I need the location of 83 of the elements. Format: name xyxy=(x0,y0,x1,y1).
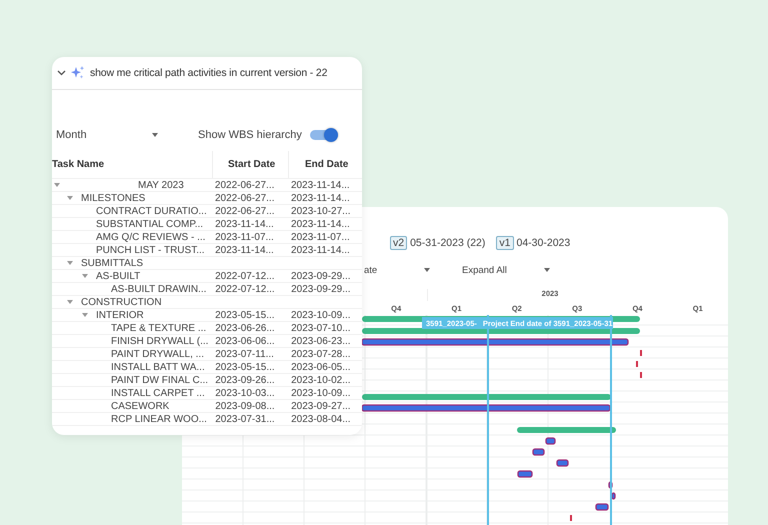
task-name: PAINT DW FINAL C... xyxy=(111,374,208,386)
table-cell-text: 2022-07-12... xyxy=(214,284,276,294)
table-cell-text: 2023-09-27... xyxy=(290,400,352,412)
task-name: INSTALL BATT WA... xyxy=(111,362,205,372)
table-cell-text: 2023-11-14... xyxy=(290,218,351,230)
gantt-bar xyxy=(556,459,569,467)
collapse-caret-icon[interactable] xyxy=(67,300,73,304)
gantt-bar xyxy=(595,503,609,511)
table-cell-text: 2023-06-06... xyxy=(214,336,276,346)
table-cell-text: 2023-06-05... xyxy=(290,362,352,372)
dropdown[interactable]: Expand All xyxy=(462,262,550,278)
table-cell-text: 2022-07-12... xyxy=(214,270,276,282)
table-cell-text: 2023-07-31... xyxy=(214,414,276,424)
task-name: CASEWORK xyxy=(111,400,170,412)
task-name: RCP LINEAR WOO... xyxy=(111,414,207,424)
task-name: TAPE & TEXTURE ... xyxy=(111,322,206,334)
collapse-caret-icon[interactable] xyxy=(82,274,88,278)
version-date: 05-31-2023 (22) xyxy=(410,237,486,249)
table-cell-text: 2023-11-07... xyxy=(214,232,275,242)
caret-icon xyxy=(152,133,158,137)
task-name: SUBMITTALS xyxy=(81,258,144,268)
gantt-bar xyxy=(532,448,545,456)
toggle-switch[interactable] xyxy=(310,130,338,140)
column-header: Start Date xyxy=(212,151,288,178)
table-cell-text: 2023-11-14... xyxy=(290,192,351,204)
milestone-mark xyxy=(570,515,572,521)
period-dropdown[interactable]: Month xyxy=(56,129,158,141)
table-cell-text: 2022-06-27... xyxy=(214,180,276,190)
task-name: AS-BUILT DRAWIN... xyxy=(111,284,206,294)
table-cell-text: 2023-11-14... xyxy=(290,244,351,256)
chevron-down-icon xyxy=(57,70,66,76)
table-cell-text: 2023-09-08... xyxy=(214,400,276,412)
gantt-bar xyxy=(517,470,533,478)
table-cell-text: 2023-10-27... xyxy=(290,206,352,216)
task-name: CONSTRUCTION xyxy=(81,296,162,308)
task-name: CONTRACT DURATIO... xyxy=(96,206,207,216)
table-cell-text: 2023-10-03... xyxy=(214,388,276,398)
table-cell-text: 2023-05-15... xyxy=(214,310,276,320)
collapse-caret-icon[interactable] xyxy=(67,261,73,265)
table-cell-text: 2023-07-10... xyxy=(290,322,352,334)
task-name: INSTALL CARPET ... xyxy=(111,388,205,398)
table-cell-text: 2023-05-15... xyxy=(214,362,276,372)
gantt-bar xyxy=(545,437,556,445)
table-cell-text: 2023-11-14... xyxy=(290,180,351,190)
table-cell-text: 2023-10-09... xyxy=(290,310,352,320)
query-title: show me critical path activities in current version - 22 xyxy=(90,67,328,79)
task-name: AMG Q/C REVIEWS - ... xyxy=(96,232,206,242)
task-name: PUNCH LIST - TRUST... xyxy=(96,244,205,256)
caret-icon xyxy=(544,268,550,272)
table-cell-text: 2023-07-28... xyxy=(290,348,352,360)
table-cell-text: 2023-09-26... xyxy=(214,374,276,386)
table-cell-text: 2023-10-09... xyxy=(290,388,352,398)
table-cell-text: 2023-09-29... xyxy=(290,284,352,294)
column-header: Task Name xyxy=(52,158,106,172)
task-name: PAINT DRYWALL, ... xyxy=(111,348,204,360)
collapse-caret-icon[interactable] xyxy=(82,313,88,317)
collapse-caret-icon[interactable] xyxy=(67,196,73,200)
sparkle-icon xyxy=(70,65,86,81)
dropdown[interactable]: ate xyxy=(364,262,430,278)
task-name: AS-BUILT xyxy=(96,270,140,282)
table-cell-text: 2023-10-02... xyxy=(290,374,352,386)
task-name: INTERIOR xyxy=(96,310,144,320)
table-cell-text: 2023-11-07... xyxy=(290,232,351,242)
table-cell-text: 2023-11-14... xyxy=(214,244,275,256)
task-name: MILESTONES xyxy=(81,192,146,204)
table-cell-text: 2022-06-27... xyxy=(214,192,276,204)
column-header: End Date xyxy=(288,151,362,178)
version-date: 04-30-2023 xyxy=(516,237,570,249)
collapse-caret-icon[interactable] xyxy=(54,183,60,187)
task-name: FINISH DRYWALL (... xyxy=(111,336,208,346)
table-cell-text: 2023-07-11... xyxy=(214,348,275,360)
version-tag: v1 xyxy=(496,236,514,250)
table-cell-text: 2023-09-29... xyxy=(290,270,352,282)
toggle-label: Show WBS hierarchy xyxy=(198,129,302,141)
task-name: SUBSTANTIAL COMP... xyxy=(96,218,204,230)
table-cell-text: 2023-06-23... xyxy=(290,336,352,346)
table-cell-text: 2023-11-14... xyxy=(214,218,275,230)
table-cell-text: 2023-06-26... xyxy=(214,322,276,334)
version-tag: v2 xyxy=(390,236,408,250)
table-cell-text: 2023-08-04... xyxy=(290,414,352,424)
table-cell-text: 2022-06-27... xyxy=(214,206,276,216)
caret-icon xyxy=(424,268,430,272)
task-name: MAY 2023 xyxy=(138,180,184,190)
